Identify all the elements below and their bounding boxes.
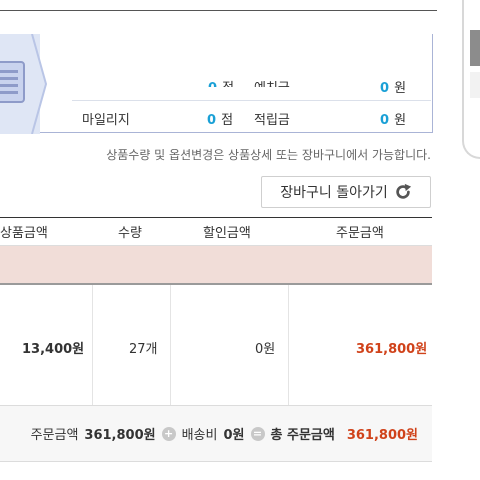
order-total-row: 주문금액 361,800원 + 배송비 0원 = 총 주문금액 361,800원 bbox=[31, 424, 418, 443]
equals-icon: = bbox=[250, 426, 265, 441]
cell-quantity: 27개 bbox=[129, 342, 158, 357]
reward-value: 0 bbox=[380, 113, 390, 128]
column-divider bbox=[170, 285, 171, 405]
order-notice-text: 상품수량 및 옵션변경은 상품상세 또는 장바구니에서 가능합니다. bbox=[106, 148, 431, 162]
footer-order-label: 주문금액 bbox=[30, 428, 79, 443]
summary-row1-points: 0 점 bbox=[208, 77, 234, 87]
header-order-amount: 주문금액 bbox=[336, 226, 384, 241]
mileage-unit: 점 bbox=[221, 113, 234, 128]
mileage-value: 0 bbox=[207, 113, 217, 128]
reward-unit: 원 bbox=[394, 113, 407, 128]
summary-deposit-value: 0 원 bbox=[380, 77, 406, 96]
footer-shipping-label: 배송비 bbox=[181, 428, 218, 443]
table-top-border bbox=[0, 217, 432, 218]
footer-total-label: 총 주문금액 bbox=[270, 428, 335, 443]
plus-icon: + bbox=[161, 426, 176, 441]
footer-total-value: 361,800원 bbox=[346, 428, 418, 443]
phone-address-bar bbox=[470, 72, 480, 98]
cell-discount: 0원 bbox=[255, 342, 276, 357]
deposit-value: 0 bbox=[380, 81, 390, 96]
footer-order-value: 361,800원 bbox=[84, 428, 156, 443]
summary-deposit-label: 예치금 bbox=[254, 77, 290, 87]
column-divider bbox=[288, 285, 289, 405]
cell-product-price: 13,400원 bbox=[22, 342, 85, 357]
summary-divider bbox=[72, 100, 431, 101]
cell-order-amount: 361,800원 bbox=[356, 342, 428, 357]
row1-points-value: 0 bbox=[208, 81, 217, 87]
deposit-unit: 원 bbox=[394, 81, 407, 96]
reward-value-group: 0 원 bbox=[380, 109, 406, 128]
summary-top-border bbox=[0, 10, 437, 11]
header-quantity: 수량 bbox=[118, 226, 142, 241]
row1-points-unit: 점 bbox=[222, 81, 234, 87]
phone-screen-thumbnail bbox=[470, 30, 480, 66]
reward-label: 적립금 bbox=[254, 113, 290, 128]
back-to-cart-button[interactable]: 장바구니 돌아가기 bbox=[261, 176, 431, 208]
refresh-icon bbox=[396, 183, 411, 199]
column-divider bbox=[92, 285, 93, 405]
document-list-icon bbox=[0, 61, 25, 103]
group-band-border bbox=[0, 283, 432, 285]
header-product-price: 상품금액 bbox=[0, 226, 48, 241]
mileage-value-group: 0 점 bbox=[207, 109, 233, 128]
product-group-band bbox=[0, 246, 432, 283]
mileage-label: 마일리지 bbox=[82, 113, 130, 128]
footer-shipping-value: 0원 bbox=[223, 428, 245, 443]
back-to-cart-label: 장바구니 돌아가기 bbox=[280, 185, 388, 201]
header-discount: 할인금액 bbox=[203, 226, 251, 241]
